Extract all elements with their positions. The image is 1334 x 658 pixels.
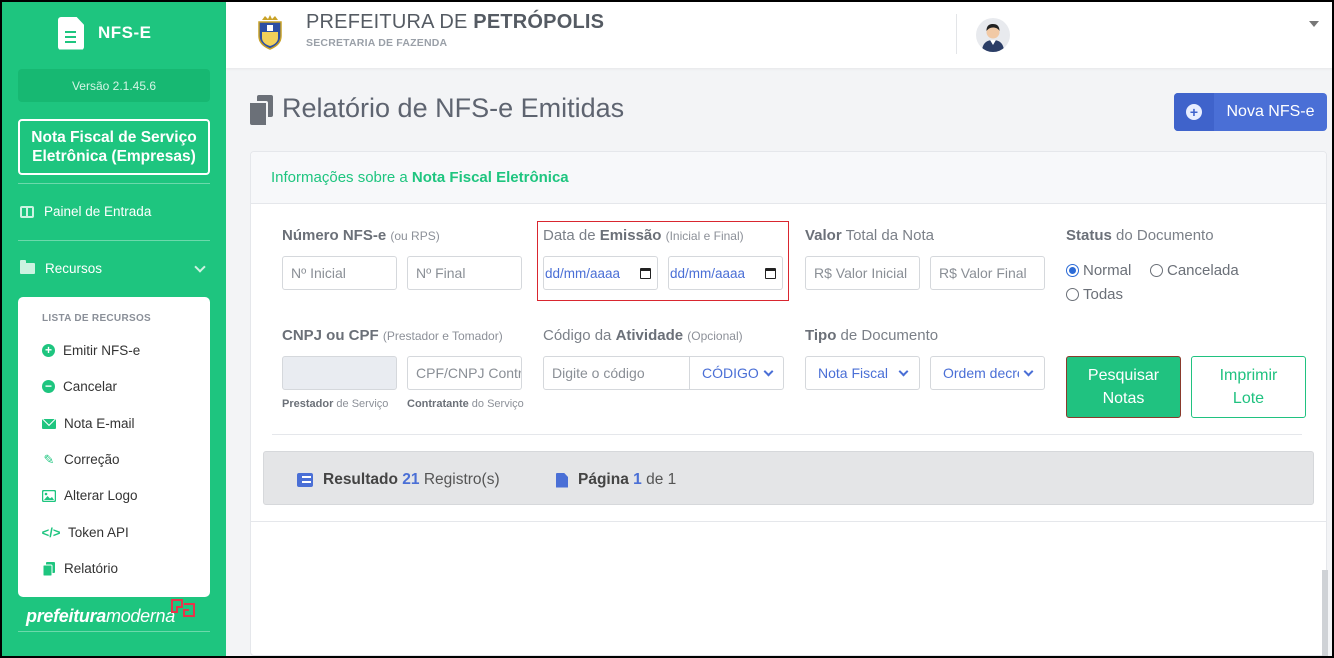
valor-label: Valor Total da Nota (805, 227, 934, 244)
cnpj-prestador-input (282, 356, 397, 390)
sidebar-item-recursos[interactable]: Recursos (20, 260, 103, 276)
divider (956, 14, 957, 54)
brand-name: NFS-E (98, 23, 152, 42)
page-title-text: Relatório de NFS-e Emitidas (282, 93, 625, 123)
result-page: Página 1 de 1 (556, 471, 676, 489)
menu-item-label: Token API (68, 525, 129, 540)
result-count: Resultado 21 Registro(s) (297, 471, 500, 489)
menu-item-correcao[interactable]: ✎ Correção (42, 451, 120, 468)
menu-item-label: Correção (64, 452, 120, 467)
radio-icon (1066, 288, 1079, 301)
footer-logo: prefeituramoderna (26, 606, 175, 626)
menu-item-logo[interactable]: Alterar Logo (42, 488, 138, 503)
version-badge: Versão 2.1.45.6 (18, 69, 210, 102)
result-bar: Resultado 21 Registro(s) Página 1 de 1 (263, 451, 1314, 505)
menu-item-emitir[interactable]: + Emitir NFS-e (42, 343, 140, 358)
copy-icon (42, 561, 56, 576)
calendar-icon[interactable] (640, 267, 651, 279)
code-icon: </> (41, 525, 61, 540)
menu-item-relatorio[interactable]: Relatório (42, 561, 118, 576)
atividade-label: Código da Atividade (Opcional) (543, 327, 743, 344)
brand[interactable]: NFS-E (58, 16, 152, 50)
scrollbar[interactable] (1322, 570, 1328, 656)
radio-icon (1150, 264, 1163, 277)
list-icon (297, 473, 313, 487)
top-bar: PREFEITURA DE PETRÓPOLIS SECRETARIA DE F… (226, 0, 1334, 68)
atividade-select[interactable]: CÓDIGO (689, 356, 784, 390)
divider (18, 240, 210, 241)
menu-item-cancelar[interactable]: − Cancelar (42, 379, 117, 394)
card-header: Informações sobre a Nota Fiscal Eletrôni… (251, 152, 1326, 204)
search-button[interactable]: Pesquisar Notas (1066, 356, 1181, 418)
sidebar-item-label: Painel de Entrada (44, 204, 152, 219)
divider (18, 631, 210, 632)
city-crest-icon (258, 15, 282, 50)
cnpj-label: CNPJ ou CPF (Prestador e Tomador) (282, 327, 503, 344)
envelope-icon (42, 417, 56, 431)
menu-item-label: Relatório (64, 561, 119, 576)
sidebar: NFS-E Versão 2.1.45.6 Nota Fiscal de Ser… (0, 0, 226, 658)
numero-final-input[interactable]: Nº Final (407, 256, 522, 290)
tipo-label: Tipo de Documento (805, 327, 939, 344)
folder-icon (20, 260, 35, 274)
dropdown-caret-icon[interactable] (1309, 21, 1319, 27)
plus-circle-icon: + (1174, 93, 1214, 131)
status-label: Status do Documento (1066, 227, 1214, 244)
status-radio-todas[interactable]: Todas (1066, 286, 1123, 303)
atividade-input[interactable]: Digite o código (543, 356, 690, 390)
menu-item-label: Nota E-mail (64, 416, 135, 431)
valor-final-input[interactable]: R$ Valor Final (930, 256, 1045, 290)
page-title: Relatório de NFS-e Emitidas (250, 93, 625, 125)
chevron-down-icon (898, 366, 909, 376)
tipo-select[interactable]: Nota Fiscal (805, 356, 920, 390)
menu-header: LISTA DE RECURSOS (42, 313, 151, 324)
file-icon (556, 472, 568, 488)
logo-mark-icon (171, 599, 195, 617)
resource-menu: LISTA DE RECURSOS + Emitir NFS-e − Cance… (18, 297, 210, 597)
ordem-select[interactable]: Ordem decrescente (930, 356, 1045, 390)
data-emissao-label: Data de Emissão (Inicial e Final) (543, 227, 744, 244)
edit-icon: ✎ (43, 451, 55, 467)
sidebar-item-painel[interactable]: Painel de Entrada (20, 204, 151, 219)
divider (18, 183, 210, 184)
valor-inicial-input[interactable]: R$ Valor Inicial (805, 256, 920, 290)
menu-item-token[interactable]: </> Token API (42, 525, 129, 540)
divider (272, 434, 1302, 435)
card-header-text: Informações sobre a Nota Fiscal Eletrôni… (271, 169, 569, 186)
new-nfse-label: Nova NFS-e (1226, 103, 1315, 120)
chevron-down-icon (1023, 366, 1034, 376)
menu-item-label: Alterar Logo (64, 488, 138, 503)
menu-item-email[interactable]: Nota E-mail (42, 416, 135, 431)
calendar-icon[interactable] (765, 267, 776, 279)
menu-item-label: Emitir NFS-e (63, 343, 141, 358)
avatar[interactable] (976, 18, 1010, 52)
cnpj-contratante-input[interactable]: CPF/CNPJ Contratante (407, 356, 522, 390)
plus-circle-icon: + (42, 344, 55, 357)
image-icon (42, 489, 56, 503)
minus-circle-icon: − (42, 380, 55, 393)
product-button[interactable]: Nota Fiscal de Serviço Eletrônica (Empre… (18, 119, 210, 175)
copy-icon (250, 94, 274, 125)
department-name: SECRETARIA DE FAZENDA (306, 37, 448, 49)
data-final-input[interactable]: dd/mm/aaaa (668, 256, 783, 290)
divider (250, 521, 1327, 522)
data-inicial-input[interactable]: dd/mm/aaaa (543, 256, 658, 290)
contratante-caption: Contratante do Serviço (407, 398, 524, 410)
document-icon (58, 16, 84, 50)
city-title: PREFEITURA DE PETRÓPOLIS (306, 11, 605, 33)
numero-inicial-input[interactable]: Nº Inicial (282, 256, 397, 290)
status-radio-cancelada[interactable]: Cancelada (1150, 262, 1239, 279)
chevron-down-icon[interactable] (194, 261, 206, 273)
status-radio-normal[interactable]: Normal (1066, 262, 1131, 279)
new-nfse-button[interactable]: + Nova NFS-e (1174, 93, 1327, 131)
chevron-down-icon (763, 366, 774, 376)
radio-selected-icon (1066, 264, 1079, 277)
print-batch-button[interactable]: Imprimir Lote (1191, 356, 1306, 418)
prestador-caption: Prestador de Serviço (282, 398, 389, 410)
menu-item-label: Cancelar (63, 379, 118, 394)
numero-label: Número NFS-e (ou RPS) (282, 227, 440, 244)
panel-icon (20, 205, 34, 218)
sidebar-item-label: Recursos (45, 261, 103, 276)
